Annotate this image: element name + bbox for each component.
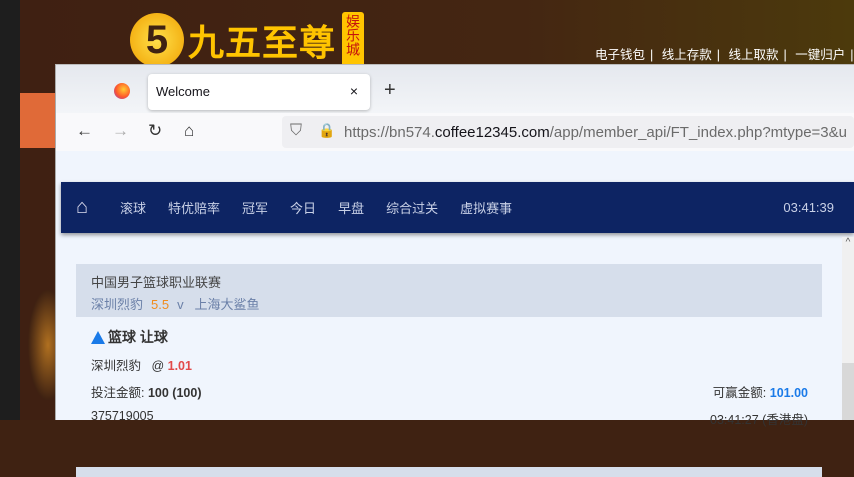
close-tab-icon[interactable]: × — [350, 83, 358, 99]
ticket-id: 375719005 — [91, 409, 154, 423]
win-amount: 101.00 — [769, 386, 808, 400]
home-team: 深圳烈豹 — [91, 297, 144, 312]
reload-icon[interactable]: ↻ — [148, 121, 162, 141]
stake-label: 投注金额: — [91, 386, 145, 400]
site-logo[interactable]: 5 九五至尊 娱乐城 — [130, 12, 365, 68]
stake: 100 (100) — [147, 386, 202, 400]
forward-icon[interactable]: → — [112, 121, 129, 141]
desktop-edge — [0, 0, 20, 420]
browser-window: Welcome × + ← → ↻ ⌂ ⛉ 🔒 https://bn574.co… — [55, 64, 854, 477]
firefox-icon[interactable] — [114, 83, 130, 99]
link-consolidate[interactable]: 一键归户 — [795, 48, 845, 62]
logo-text: 九五至尊 — [188, 22, 337, 63]
page-content: ⌂ 滚球 特优赔率 冠军 今日 早盘 综合过关 虚拟赛事 03:41:39 ^ … — [56, 151, 854, 477]
vs: v — [177, 297, 184, 312]
scrollbar-thumb[interactable] — [842, 363, 854, 420]
link-wallet[interactable]: 电子钱包 — [595, 48, 645, 62]
home-icon[interactable]: ⌂ — [76, 196, 98, 219]
url-bar[interactable]: ⛉ 🔒 https://bn574.coffee12345.com/app/me… — [282, 116, 854, 148]
nav-special-odds[interactable]: 特优赔率 — [168, 198, 220, 217]
url-prefix: https://bn574. — [344, 124, 435, 141]
league-name: 中国男子篮球职业联赛 — [91, 275, 222, 290]
nav-parlay[interactable]: 综合过关 — [386, 198, 438, 217]
logo-emblem: 5 — [130, 13, 184, 67]
link-deposit[interactable]: 线上存款 — [662, 48, 712, 62]
match-card: 中国男子篮球职业联赛 深圳烈豹 5.5 v 上海大鲨鱼 — [76, 264, 822, 317]
nav-virtual[interactable]: 虚拟赛事 — [460, 198, 512, 217]
nav-today[interactable]: 今日 — [290, 198, 316, 217]
tab-title: Welcome — [156, 84, 210, 99]
logo-badge: 娱乐城 — [342, 12, 365, 68]
url-path: /app/member_api/FT_index.php?mtype=3&u — [549, 124, 847, 141]
site-orange-block — [20, 93, 60, 148]
nav-inplay[interactable]: 滚球 — [120, 198, 146, 217]
back-icon[interactable]: ← — [76, 121, 93, 141]
win-label: 可赢金额: — [712, 386, 767, 400]
at: @ — [151, 359, 165, 373]
nav-toolbar: ← → ↻ ⌂ ⛉ 🔒 https://bn574.coffee12345.co… — [56, 113, 854, 151]
shield-icon[interactable]: ⛉ — [290, 122, 302, 140]
tab-welcome[interactable]: Welcome × — [148, 74, 370, 110]
placed-time: 03:41:27 (香港盘) — [710, 413, 808, 427]
away-team: 上海大鲨鱼 — [194, 297, 260, 312]
clock: 03:41:39 — [783, 200, 834, 215]
link-withdraw[interactable]: 线上取款 — [729, 48, 779, 62]
odds: 1.01 — [167, 359, 192, 373]
url-domain: coffee12345.com — [434, 124, 550, 141]
bet-title: 篮球 让球 — [108, 329, 168, 345]
scrollbar[interactable]: ^ — [842, 237, 854, 420]
bet-slip: 篮球 让球 深圳烈豹 @ 1.01 投注金额: 100 (100) 可赢金额: 1… — [91, 327, 808, 428]
next-card — [76, 467, 822, 477]
sports-header: ⌂ 滚球 特优赔率 冠军 今日 早盘 综合过关 虚拟赛事 03:41:39 — [61, 182, 854, 233]
home-icon[interactable]: ⌂ — [184, 121, 194, 141]
nav-early[interactable]: 早盘 — [338, 198, 364, 217]
site-top-links: 电子钱包| 线上存款| 线上取款| 一键归户| 未 — [595, 48, 854, 62]
warning-icon — [91, 330, 105, 344]
new-tab-button[interactable]: + — [384, 79, 396, 102]
handicap: 5.5 — [151, 297, 170, 312]
selection: 深圳烈豹 — [91, 359, 142, 373]
lock-icon[interactable]: 🔒 — [318, 122, 335, 139]
tab-bar: Welcome × + — [56, 65, 854, 113]
nav-outright[interactable]: 冠军 — [242, 198, 268, 217]
